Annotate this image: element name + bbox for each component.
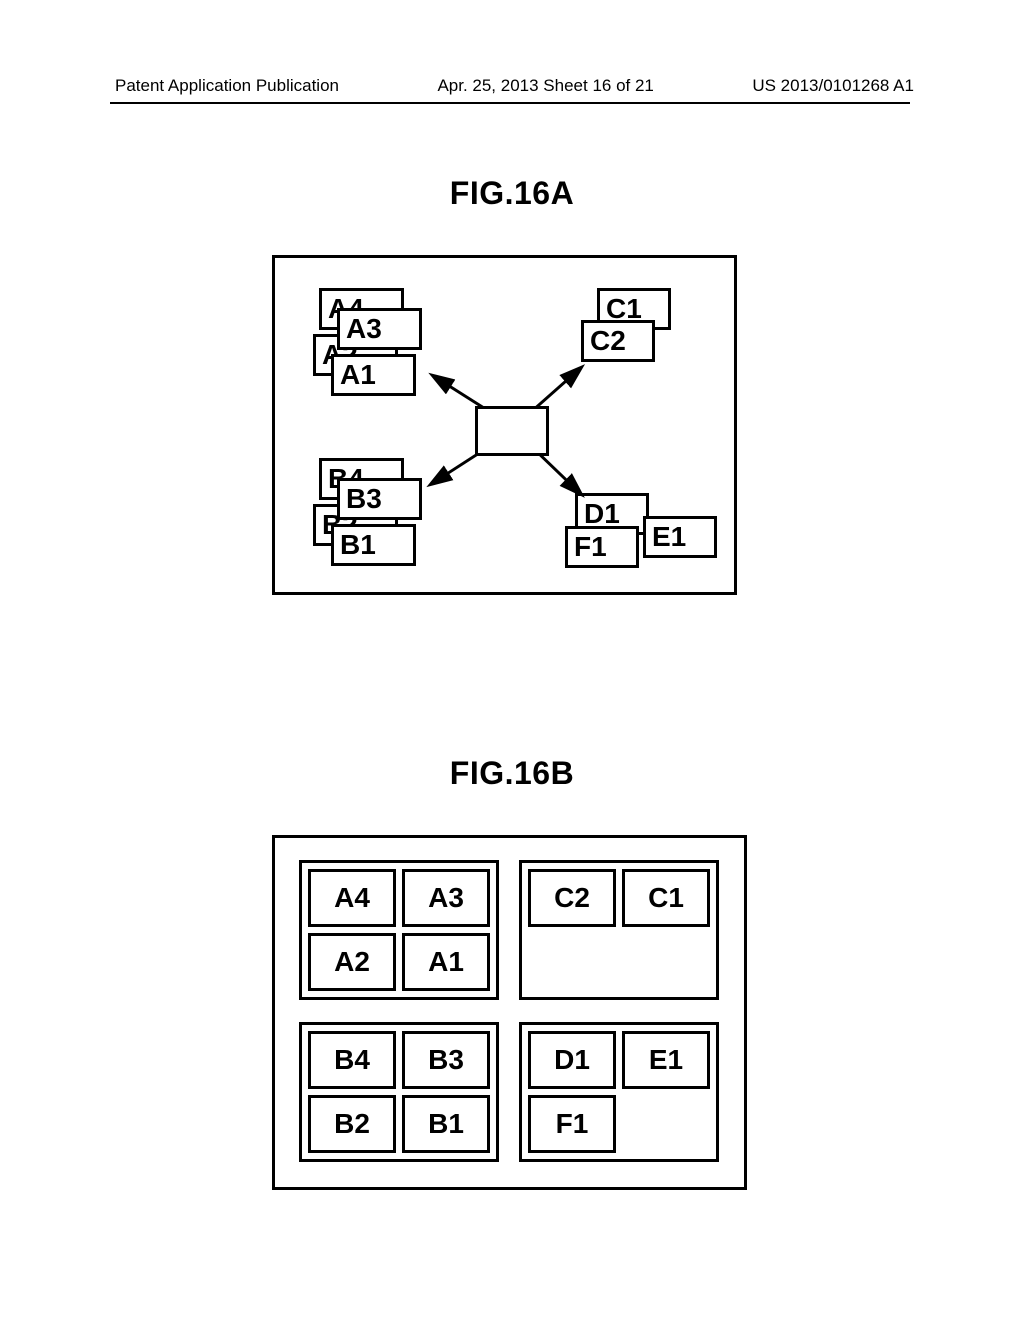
box-b1: B1 — [331, 524, 416, 566]
cell-b2: B2 — [308, 1095, 396, 1153]
header-divider — [110, 102, 910, 104]
cell-c1: C1 — [622, 869, 710, 927]
blank-cell — [528, 933, 616, 991]
figure-b-frame: A4 A3 A2 A1 C2 C1 B4 B3 B2 B1 D1 E1 F1 — [272, 835, 747, 1190]
cell-b1: B1 — [402, 1095, 490, 1153]
box-a3: A3 — [337, 308, 422, 350]
quadrant-bottom-right: D1 E1 F1 — [519, 1022, 719, 1162]
quadrant-bottom-left: B4 B3 B2 B1 — [299, 1022, 499, 1162]
cell-c2: C2 — [528, 869, 616, 927]
cell-a3: A3 — [402, 869, 490, 927]
cell-a4: A4 — [308, 869, 396, 927]
figure-b-title: FIG.16B — [450, 755, 574, 792]
blank-cell — [622, 933, 710, 991]
header-right: US 2013/0101268 A1 — [752, 76, 914, 96]
figure-a-frame: A4 A2 A3 A1 C1 C2 B4 B2 B3 B1 D1 F1 E1 — [272, 255, 737, 595]
figure-a-title: FIG.16A — [450, 175, 574, 212]
header-center: Apr. 25, 2013 Sheet 16 of 21 — [437, 76, 653, 96]
cell-b4: B4 — [308, 1031, 396, 1089]
cell-a1: A1 — [402, 933, 490, 991]
box-e1: E1 — [643, 516, 717, 558]
page-header: Patent Application Publication Apr. 25, … — [0, 76, 1024, 96]
quadrant-top-left: A4 A3 A2 A1 — [299, 860, 499, 1000]
box-b3: B3 — [337, 478, 422, 520]
box-c2: C2 — [581, 320, 655, 362]
header-left: Patent Application Publication — [115, 76, 339, 96]
box-a1: A1 — [331, 354, 416, 396]
cell-b3: B3 — [402, 1031, 490, 1089]
cell-a2: A2 — [308, 933, 396, 991]
box-f1: F1 — [565, 526, 639, 568]
quadrant-top-right: C2 C1 — [519, 860, 719, 1000]
blank-cell — [622, 1095, 710, 1153]
cell-e1: E1 — [622, 1031, 710, 1089]
center-box — [475, 406, 549, 456]
cell-f1: F1 — [528, 1095, 616, 1153]
cell-d1: D1 — [528, 1031, 616, 1089]
